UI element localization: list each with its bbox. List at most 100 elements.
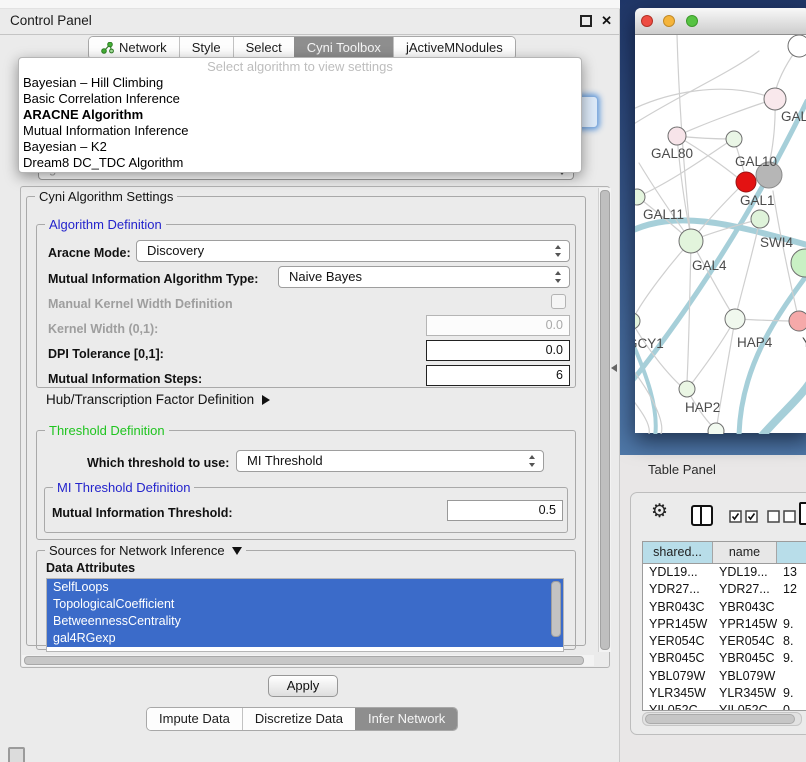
- node-hap2[interactable]: [679, 381, 695, 397]
- node-label: GAL80: [651, 146, 693, 161]
- minimize-window-button[interactable]: [663, 15, 675, 27]
- data-attributes-list[interactable]: SelfLoopsTopologicalCoefficientBetweenne…: [46, 578, 564, 652]
- table-cell: YLR345W: [713, 685, 777, 702]
- settings-horizontal-scrollbar[interactable]: [22, 655, 594, 666]
- tab-network[interactable]: Network: [89, 37, 179, 59]
- node-gal80[interactable]: [668, 127, 686, 145]
- which-threshold-combobox[interactable]: MI Threshold: [236, 450, 544, 472]
- tab-label: Infer Network: [368, 708, 445, 730]
- network-window-titlebar[interactable]: [635, 8, 806, 35]
- table-row[interactable]: YBL079WYBL079W: [643, 668, 806, 685]
- node-gcy1[interactable]: [635, 313, 640, 329]
- table-row[interactable]: YPR145WYPR145W9.: [643, 616, 806, 633]
- column-header[interactable]: [777, 542, 806, 563]
- algorithm-option[interactable]: Dream8 DC_TDC Algorithm: [19, 155, 581, 171]
- hub-section-header[interactable]: Hub/Transcription Factor Definition: [46, 392, 270, 407]
- table-row[interactable]: YDR27...YDR27...12: [643, 581, 806, 598]
- apply-button[interactable]: Apply: [268, 675, 338, 697]
- settings-vertical-scrollbar[interactable]: [598, 188, 611, 652]
- network-canvas[interactable]: GALGAL80GAL10GAL1GAL11SWI4GAL4GCY1HAP4YH…: [635, 35, 806, 434]
- tab-style[interactable]: Style: [179, 37, 233, 59]
- document-icon[interactable]: [799, 502, 806, 525]
- kernel-width-field[interactable]: 0.0: [426, 315, 570, 336]
- node-green-gal1[interactable]: [751, 210, 769, 228]
- deselect-columns-icon[interactable]: [767, 510, 797, 523]
- attribute-item[interactable]: TopologicalCoefficient: [47, 596, 563, 613]
- algorithm-option[interactable]: Mutual Information Inference: [19, 123, 581, 139]
- node-label: GAL4: [692, 258, 727, 273]
- node-gal4[interactable]: [679, 229, 703, 253]
- table-row[interactable]: YIL052CYIL052C0: [643, 702, 806, 711]
- network-edge: [635, 321, 681, 386]
- node-top-partial[interactable]: [788, 35, 806, 57]
- table-cell: 0: [777, 702, 806, 711]
- mi-steps-field[interactable]: 6: [426, 365, 570, 386]
- mi-steps-label: Mutual Information Steps:: [48, 372, 202, 386]
- mi-threshold-field[interactable]: 0.5: [447, 500, 563, 521]
- table-row[interactable]: YBR043CYBR043C: [643, 599, 806, 616]
- node-label: GAL11: [643, 207, 684, 222]
- network-edge: [635, 51, 759, 127]
- table-row[interactable]: YDL19...YDL19...13: [643, 564, 806, 581]
- table-row[interactable]: YER054CYER054C8.: [643, 633, 806, 650]
- gear-icon[interactable]: ⚙: [651, 501, 668, 523]
- attribute-item[interactable]: BetweennessCentrality: [47, 613, 563, 630]
- network-edge: [761, 371, 806, 434]
- algorithm-option[interactable]: Basic Correlation Inference: [19, 91, 581, 107]
- node-hap4[interactable]: [725, 309, 745, 329]
- tab-impute-data[interactable]: Impute Data: [147, 708, 242, 730]
- column-header[interactable]: shared...: [643, 542, 713, 563]
- tab-cyni-toolbox[interactable]: Cyni Toolbox: [294, 37, 393, 59]
- scrollbar-thumb[interactable]: [24, 656, 584, 665]
- close-panel-button[interactable]: ✕: [601, 8, 612, 34]
- zoom-window-button[interactable]: [686, 15, 698, 27]
- mi-type-label: Mutual Information Algorithm Type:: [48, 272, 258, 286]
- algorithm-option[interactable]: Bayesian – K2: [19, 139, 581, 155]
- attribute-item[interactable]: SelfLoops: [47, 579, 563, 596]
- node-bottom-partial[interactable]: [708, 423, 724, 434]
- node-gal10[interactable]: [726, 131, 742, 147]
- close-window-button[interactable]: [641, 15, 653, 27]
- table-cell: YLR345W: [643, 685, 713, 702]
- table-cell: 12: [777, 581, 806, 598]
- list-scrollbar-thumb[interactable]: [551, 581, 561, 637]
- algorithm-option[interactable]: ARACNE Algorithm: [19, 107, 581, 123]
- column-header[interactable]: name: [713, 542, 777, 563]
- node-gal11[interactable]: [635, 189, 645, 205]
- network-edge: [635, 395, 649, 434]
- group-title: Cyni Algorithm Settings: [35, 189, 177, 204]
- attribute-item[interactable]: gal4RGexp: [47, 630, 563, 647]
- table-cell: 13: [777, 564, 806, 581]
- tab-infer-network[interactable]: Infer Network: [355, 708, 457, 730]
- node-salmon[interactable]: [789, 311, 806, 331]
- scrollbar-thumb[interactable]: [645, 714, 795, 724]
- collapsed-panel-icon[interactable]: [8, 747, 25, 762]
- desktop-area: Table Panel GALGAL80GAL10GAL1GAL11SWI4GA…: [620, 0, 806, 762]
- tab-discretize-data[interactable]: Discretize Data: [242, 708, 355, 730]
- collapse-arrow-icon[interactable]: [232, 547, 242, 555]
- node-swi4[interactable]: [791, 249, 806, 277]
- node-label: GAL1: [740, 193, 775, 208]
- table-horizontal-scrollbar[interactable]: [642, 712, 802, 726]
- splitter-collapse-arrow[interactable]: [611, 364, 617, 372]
- dpi-tolerance-field[interactable]: 0.0: [426, 340, 570, 361]
- node-pink[interactable]: [764, 88, 786, 110]
- tab-label: Network: [119, 37, 167, 59]
- split-columns-icon[interactable]: [691, 505, 713, 526]
- float-panel-button[interactable]: [580, 15, 592, 27]
- node-label: HAP4: [737, 335, 773, 350]
- tab-select[interactable]: Select: [233, 37, 294, 59]
- scrollbar-thumb[interactable]: [600, 190, 610, 650]
- table-row[interactable]: YLR345WYLR345W9.: [643, 685, 806, 702]
- mi-algorithm-type-combobox[interactable]: Naive Bayes: [278, 266, 570, 288]
- table-row[interactable]: YBR045CYBR045C9.: [643, 650, 806, 667]
- table-cell: YIL052C: [643, 702, 713, 711]
- select-all-columns-icon[interactable]: [729, 510, 759, 523]
- tab-label: Impute Data: [159, 708, 230, 730]
- algorithm-option[interactable]: Bayesian – Hill Climbing: [19, 75, 581, 91]
- aracne-mode-combobox[interactable]: Discovery: [136, 240, 570, 262]
- manual-kernel-checkbox[interactable]: [551, 294, 566, 309]
- node-red[interactable]: [736, 172, 756, 192]
- tab-jactivemnodules[interactable]: jActiveMNodules: [393, 37, 515, 59]
- node-attribute-table: shared...name YDL19...YDL19...13YDR27...…: [642, 541, 806, 711]
